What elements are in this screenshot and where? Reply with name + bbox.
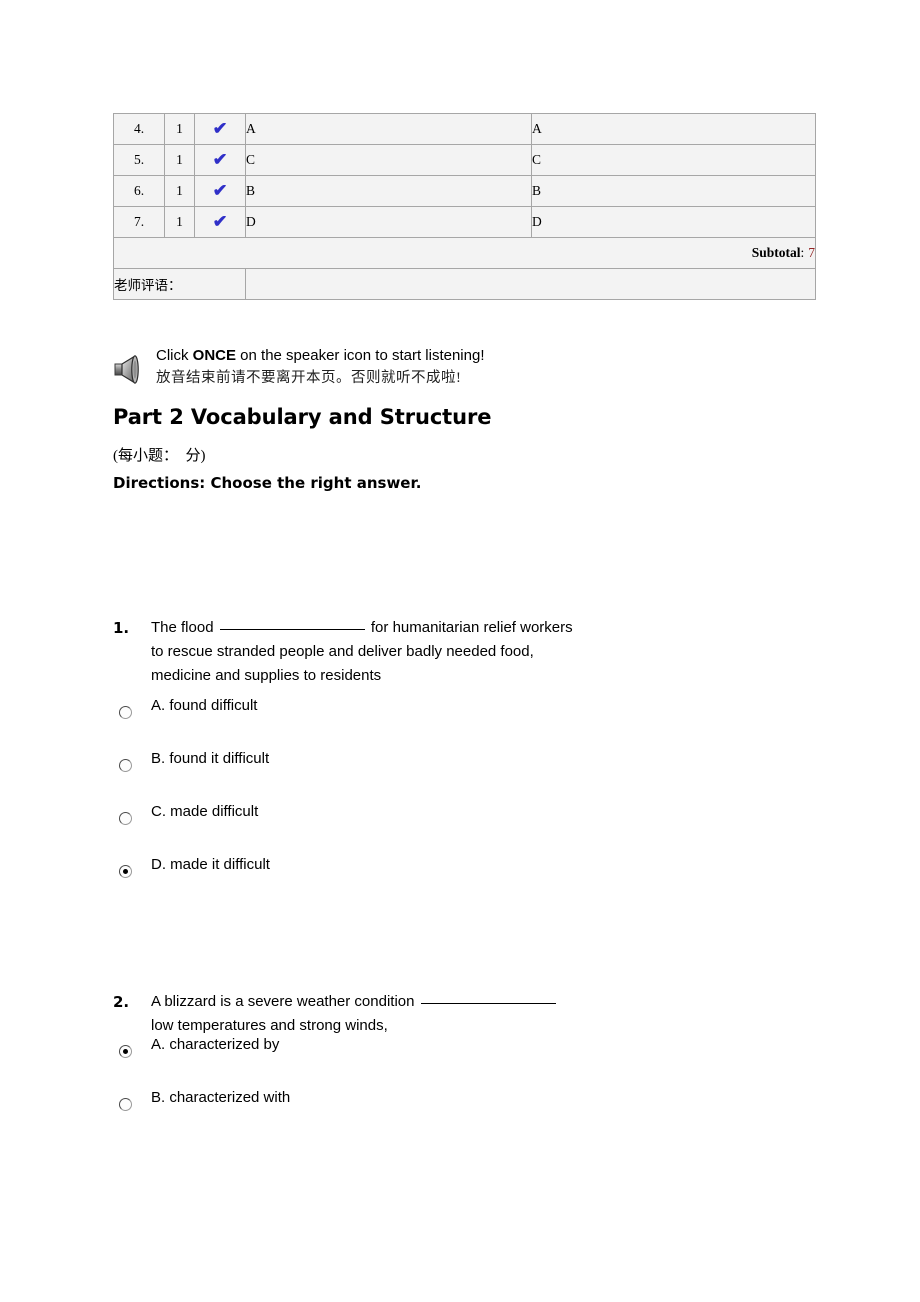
row-student-answer: A xyxy=(245,113,532,145)
question-1-stem-part-1: The flood xyxy=(151,619,214,636)
radio-button-option-B[interactable] xyxy=(119,1098,132,1111)
part-directions: Directions: Choose the right answer. xyxy=(113,474,422,492)
subtotal-label: Subtotal xyxy=(751,245,801,260)
row-points: 1 xyxy=(164,144,195,176)
check-icon: ✔ xyxy=(212,119,228,138)
question-1-stem-line-3: medicine and supplies to residents xyxy=(151,667,382,684)
radio-button-option-B[interactable] xyxy=(119,759,132,772)
speaker-icon[interactable] xyxy=(110,349,150,389)
speaker-notice-text: Click ONCE on the speaker icon to start … xyxy=(156,345,485,389)
subtotal-value: 7 xyxy=(808,245,815,260)
row-result-cell: ✔ xyxy=(194,206,246,238)
option-label: B. found it difficult xyxy=(151,750,270,767)
row-points: 1 xyxy=(164,175,195,207)
radio-button-option-A[interactable] xyxy=(119,706,132,719)
option-row[interactable]: D. made it difficult xyxy=(113,856,833,909)
teacher-comment-box[interactable] xyxy=(245,268,816,300)
speaker-notice: Click ONCE on the speaker icon to start … xyxy=(110,345,810,389)
option-row[interactable]: B. found it difficult xyxy=(113,750,833,803)
row-number: 4. xyxy=(113,113,165,145)
row-number: 6. xyxy=(113,175,165,207)
option-label: C. made difficult xyxy=(151,803,259,820)
speaker-line1-prefix: Click xyxy=(156,347,193,364)
table-row: 4. 1 ✔ A A xyxy=(113,113,816,145)
table-row: 6. 1 ✔ B B xyxy=(113,175,816,207)
option-row[interactable]: C. made difficult xyxy=(113,803,833,856)
part-heading: Part 2 Vocabulary and Structure xyxy=(113,405,492,429)
score-table: 4. 1 ✔ A A 5. 1 ✔ C C 6. 1 ✔ B B 7. 1 ✔ D D Subtotal: 7 老师评语： xyxy=(113,113,816,300)
score-table-container: 4. 1 ✔ A A 5. 1 ✔ C C 6. 1 ✔ B B 7. 1 ✔ D D Subtotal: 7 老师评语： xyxy=(113,113,816,300)
row-correct-answer: D xyxy=(531,206,816,238)
question-2-stem-row: 2. A blizzard is a severe weather condit… xyxy=(113,990,833,1038)
teacher-comment-row: 老师评语： xyxy=(113,268,816,300)
question-2-stem: A blizzard is a severe weather condition… xyxy=(151,990,558,1038)
speaker-notice-line-2: 放音结束前请不要离开本页。否则就听不成啦! xyxy=(156,370,462,386)
option-label: A. found difficult xyxy=(151,697,258,714)
option-row[interactable]: A. characterized by xyxy=(113,1036,833,1089)
part-subheading: (每小题： 分) xyxy=(113,448,206,464)
teacher-comment-label: 老师评语： xyxy=(113,268,246,300)
question-1-stem: The flood for humanitarian relief worker… xyxy=(151,616,573,688)
check-icon: ✔ xyxy=(212,181,228,200)
question-1: 1. The flood for humanitarian relief wor… xyxy=(113,616,833,909)
question-2: 2. A blizzard is a severe weather condit… xyxy=(113,990,833,1142)
speaker-notice-line-1: Click ONCE on the speaker icon to start … xyxy=(156,345,485,367)
table-row: 5. 1 ✔ C C xyxy=(113,144,816,176)
question-2-number: 2. xyxy=(113,993,130,1011)
option-label: B. characterized with xyxy=(151,1089,291,1106)
row-correct-answer: A xyxy=(531,113,816,145)
question-2-blank xyxy=(420,1003,556,1004)
question-2-stem-part-1: A blizzard is a severe weather condition xyxy=(151,993,415,1010)
row-number: 5. xyxy=(113,144,165,176)
row-number: 7. xyxy=(113,206,165,238)
radio-button-option-A[interactable] xyxy=(119,1045,132,1058)
speaker-line1-suffix: on the speaker icon to start listening! xyxy=(236,347,485,364)
question-1-stem-row: 1. The flood for humanitarian relief wor… xyxy=(113,616,833,688)
subtotal-row: Subtotal: 7 xyxy=(113,237,816,269)
question-1-blank xyxy=(219,629,365,630)
row-points: 1 xyxy=(164,113,195,145)
radio-button-option-D[interactable] xyxy=(119,865,132,878)
table-row: 7. 1 ✔ D D xyxy=(113,206,816,238)
speaker-line1-emphasis: ONCE xyxy=(192,347,237,364)
row-correct-answer: C xyxy=(531,144,816,176)
question-2-stem-line-2: low temperatures and strong winds, xyxy=(151,1017,388,1034)
row-correct-answer: B xyxy=(531,175,816,207)
row-student-answer: D xyxy=(245,206,532,238)
row-result-cell: ✔ xyxy=(194,113,246,145)
radio-button-option-C[interactable] xyxy=(119,812,132,825)
subtotal-cell: Subtotal: 7 xyxy=(113,237,816,269)
question-1-stem-line-2: to rescue stranded people and deliver ba… xyxy=(151,643,534,660)
check-icon: ✔ xyxy=(212,150,228,169)
row-student-answer: B xyxy=(245,175,532,207)
question-1-number: 1. xyxy=(113,619,130,637)
row-result-cell: ✔ xyxy=(194,175,246,207)
check-icon: ✔ xyxy=(212,212,228,231)
option-label: A. characterized by xyxy=(151,1036,280,1053)
option-row[interactable]: B. characterized with xyxy=(113,1089,833,1142)
option-row[interactable]: A. found difficult xyxy=(113,697,833,750)
row-student-answer: C xyxy=(245,144,532,176)
row-result-cell: ✔ xyxy=(194,144,246,176)
row-points: 1 xyxy=(164,206,195,238)
question-1-stem-part-2: for humanitarian relief workers xyxy=(370,619,573,636)
option-label: D. made it difficult xyxy=(151,856,270,873)
